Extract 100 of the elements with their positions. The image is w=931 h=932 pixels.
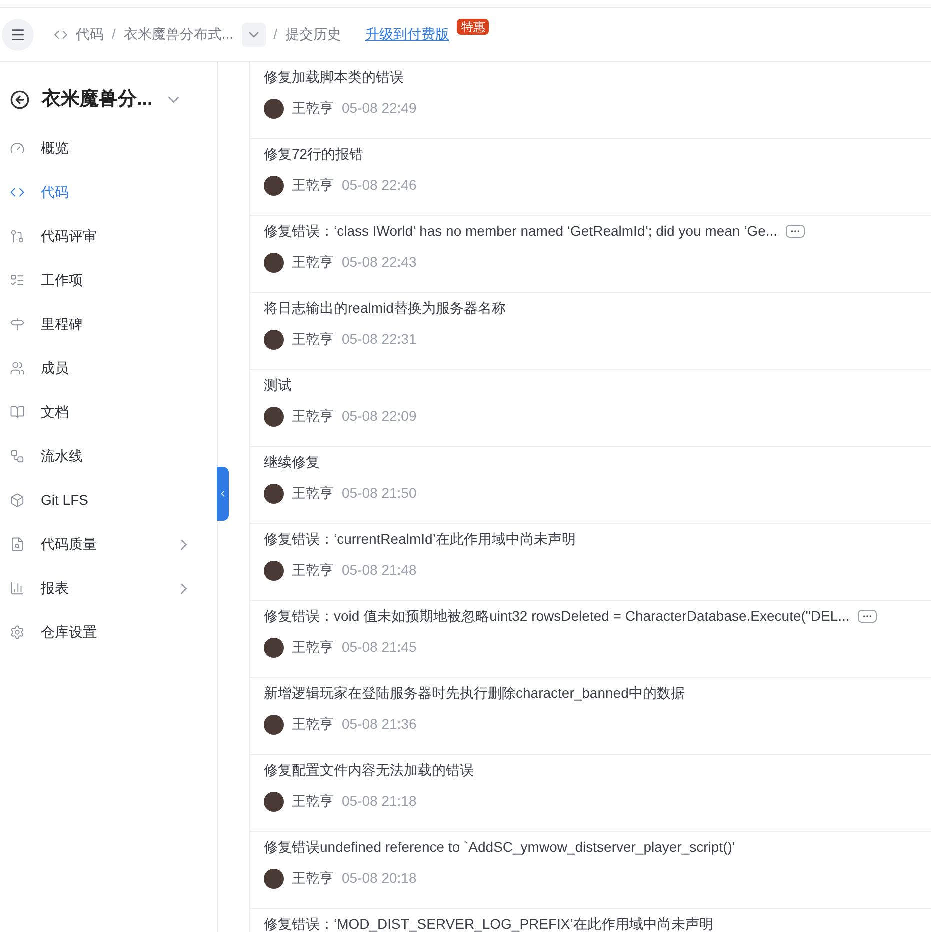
gauge-icon: [10, 141, 25, 156]
commit-time: 05-08 21:36: [342, 715, 417, 734]
sidebar-item[interactable]: 里程碑: [0, 302, 217, 346]
commit-title: 将日志输出的realmid替换为服务器名称: [264, 299, 506, 318]
commit-time: 05-08 22:43: [342, 253, 417, 272]
sidebar-label: 报表: [41, 579, 69, 598]
author-name: 王乾亨: [292, 99, 334, 118]
cube-icon: [10, 493, 25, 508]
author-name: 王乾亨: [292, 638, 334, 657]
collapse-handle[interactable]: [217, 467, 229, 521]
commit-row[interactable]: 修复错误：void 值未如预期地被忽略uint32 rowsDeleted = CharacterDatabase.Execute("DEL... 王乾亨 05-08 21:45: [250, 601, 931, 678]
commit-row[interactable]: 测试 王乾亨 05-08 22:09: [250, 370, 931, 447]
checklist-icon: [10, 273, 25, 288]
avatar: [264, 330, 284, 350]
sidebar-item[interactable]: 工作项: [0, 258, 217, 302]
sidebar-label: 代码: [41, 183, 69, 202]
author-name: 王乾亨: [292, 869, 334, 888]
commit-title: 修复错误：‘class IWorld’ has no member named ‘GetRealmId’; did you mean ‘Ge...: [264, 222, 778, 241]
commit-row[interactable]: 将日志输出的realmid替换为服务器名称 王乾亨 05-08 22:31: [250, 293, 931, 370]
pipeline-icon: [10, 449, 25, 464]
commit-row[interactable]: 修复72行的报错 王乾亨 05-08 22:46: [250, 139, 931, 216]
commit-time: 05-08 20:18: [342, 869, 417, 888]
sidebar-item[interactable]: 流水线: [0, 434, 217, 478]
commit-time: 05-08 21:50: [342, 484, 417, 503]
author-name: 王乾亨: [292, 484, 334, 503]
sidebar-item[interactable]: 文档: [0, 390, 217, 434]
commit-title: 修复错误：void 值未如预期地被忽略uint32 rowsDeleted = CharacterDatabase.Execute("DEL...: [264, 607, 850, 626]
commit-time: 05-08 21:18: [342, 792, 417, 811]
sidebar-label: 概览: [41, 139, 69, 158]
sidebar-item[interactable]: 成员: [0, 346, 217, 390]
commit-row[interactable]: 新增逻辑玩家在登陆服务器时先执行删除character_banned中的数据 王乾亨 05-08 21:36: [250, 678, 931, 755]
commit-time: 05-08 21:48: [342, 561, 417, 580]
sidebar-item[interactable]: 代码评审: [0, 214, 217, 258]
users-icon: [10, 361, 25, 376]
more-button[interactable]: [858, 610, 877, 623]
upgrade-link[interactable]: 升级到付费版: [365, 24, 450, 45]
sidebar-label: 代码评审: [41, 227, 97, 246]
commit-title: 修复加载脚本类的错误: [264, 68, 404, 87]
author-name: 王乾亨: [292, 176, 334, 195]
commit-row[interactable]: 修复错误：‘class IWorld’ has no member named ‘GetRealmId’; did you mean ‘Ge... 王乾亨 05-08 22:43: [250, 216, 931, 293]
sidebar-item[interactable]: 概览: [0, 126, 217, 170]
sidebar-label: 成员: [41, 359, 69, 378]
commit-time: 05-08 22:09: [342, 407, 417, 426]
commit-row[interactable]: 修复错误：‘currentRealmId’在此作用域中尚未声明 王乾亨 05-08 21:48: [250, 524, 931, 601]
repo-dropdown-button[interactable]: [242, 22, 266, 46]
author-name: 王乾亨: [292, 561, 334, 580]
more-button[interactable]: [786, 225, 805, 238]
breadcrumb-link[interactable]: 衣米魔兽分布式...: [124, 24, 234, 45]
bar-chart-icon: [10, 581, 25, 596]
avatar: [264, 560, 284, 580]
avatar: [264, 792, 284, 812]
breadcrumb-separator: /: [112, 25, 116, 44]
breadcrumb-link[interactable]: 提交历史: [285, 24, 342, 45]
avatar: [264, 98, 284, 118]
commit-time: 05-08 22:46: [342, 176, 417, 195]
avatar: [264, 638, 284, 658]
signpost-icon: [10, 317, 25, 332]
sidebar-item[interactable]: Git LFS: [0, 478, 217, 522]
avatar: [264, 252, 284, 272]
sidebar-item[interactable]: 报表: [0, 566, 217, 610]
author-name: 王乾亨: [292, 715, 334, 734]
menu-button[interactable]: [2, 18, 34, 50]
commit-time: 05-08 22:31: [342, 330, 417, 349]
file-search-icon: [10, 537, 25, 552]
sidebar-label: 流水线: [41, 447, 83, 466]
commit-row[interactable]: 修复错误undefined reference to `AddSC_ymwow_distserver_player_script()' 王乾亨 05-08 20:18: [250, 832, 931, 909]
commit-title: 修复72行的报错: [264, 145, 364, 164]
sidebar-item[interactable]: 代码质量: [0, 522, 217, 566]
commit-title: 测试: [264, 376, 292, 395]
sidebar-label: 文档: [41, 403, 69, 422]
avatar: [264, 176, 284, 196]
avatar: [264, 406, 284, 426]
pull-request-icon: [10, 229, 25, 244]
breadcrumb-link[interactable]: 代码: [76, 24, 104, 45]
sidebar-item[interactable]: 代码: [0, 170, 217, 214]
repo-title: 衣米魔兽分...: [42, 88, 153, 112]
commit-title: 修复错误：‘currentRealmId’在此作用域中尚未声明: [264, 530, 576, 549]
breadcrumb-separator: /: [274, 25, 278, 44]
commit-row[interactable]: 修复配置文件内容无法加载的错误 王乾亨 05-08 21:18: [250, 755, 931, 832]
avatar: [264, 484, 284, 504]
commit-title: 继续修复: [264, 453, 320, 472]
commit-time: 05-08 21:45: [342, 638, 417, 657]
author-name: 王乾亨: [292, 330, 334, 349]
promo-badge: 特惠: [457, 18, 490, 34]
commit-row[interactable]: 继续修复 王乾亨 05-08 21:50: [250, 447, 931, 524]
commit-title: 修复配置文件内容无法加载的错误: [264, 761, 474, 780]
sidebar-label: Git LFS: [41, 491, 88, 510]
book-icon: [10, 405, 25, 420]
author-name: 王乾亨: [292, 792, 334, 811]
back-icon[interactable]: [10, 90, 30, 110]
commit-time: 05-08 22:49: [342, 99, 417, 118]
commit-title: 修复错误：‘MOD_DIST_SERVER_LOG_PREFIX’在此作用域中尚未声明: [264, 915, 714, 932]
sidebar-label: 代码质量: [41, 535, 97, 554]
commit-row[interactable]: 修复错误：‘MOD_DIST_SERVER_LOG_PREFIX’在此作用域中尚未声明: [250, 909, 931, 932]
commit-title: 修复错误undefined reference to `AddSC_ymwow_distserver_player_script()': [264, 838, 736, 857]
sidebar-label: 里程碑: [41, 315, 83, 334]
commit-title: 新增逻辑玩家在登陆服务器时先执行删除character_banned中的数据: [264, 684, 685, 703]
commit-row[interactable]: 修复加载脚本类的错误 王乾亨 05-08 22:49: [250, 62, 931, 139]
sidebar-item[interactable]: 仓库设置: [0, 610, 217, 654]
settings-icon: [10, 625, 25, 640]
